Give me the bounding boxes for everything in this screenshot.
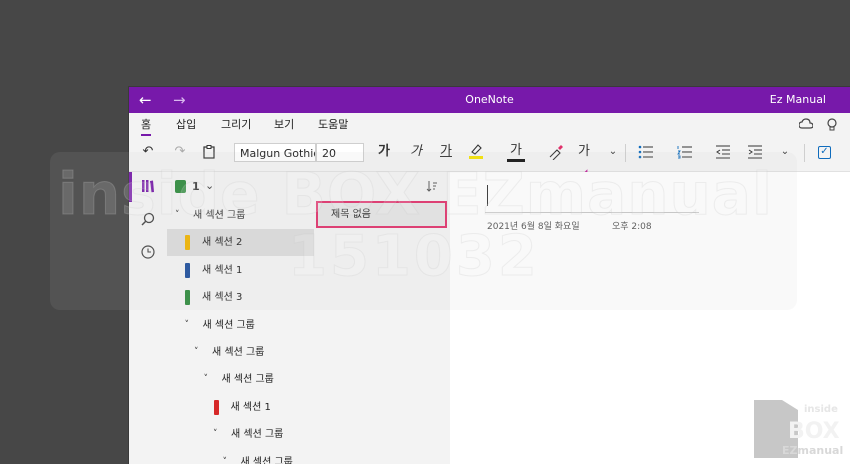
tab-home[interactable]: 홈 xyxy=(141,118,152,136)
tab-draw[interactable]: 그리기 xyxy=(221,118,251,131)
logo-line1: inside xyxy=(804,404,838,415)
title-bar: ← → OneNote Ez Manual xyxy=(129,87,850,113)
app-title: OneNote xyxy=(465,93,514,106)
section-item[interactable]: 새 섹션 1 xyxy=(167,394,314,421)
section-color-tab xyxy=(185,235,190,251)
redo-icon[interactable]: ↷ xyxy=(171,142,189,162)
section-group-item[interactable]: ˅ 새 섹션 그룹 xyxy=(167,421,314,448)
section-group-label: 새 섹션 그룹 xyxy=(202,319,255,331)
tab-view[interactable]: 보기 xyxy=(274,118,294,131)
chevron-down-icon[interactable]: ˅ xyxy=(213,421,218,448)
notebooks-icon[interactable] xyxy=(129,179,167,197)
section-color-tab xyxy=(213,399,219,415)
section-label: 새 섹션 2 xyxy=(202,237,243,249)
ribbon: 홈 삽입 그리기 보기 도움말 ↶ ↷ Malgun Gothic 20 가 가… xyxy=(129,113,850,178)
section-group-label: 새 섹션 그룹 xyxy=(212,347,265,358)
notebook-icon xyxy=(175,180,186,193)
section-group-item[interactable]: ˅ 새 섹션 그룹 xyxy=(167,312,314,339)
insidebox-logo: inside BOX EZmanual xyxy=(752,398,846,460)
page-list-pane: 제목 없음 xyxy=(314,172,451,464)
section-color-tab xyxy=(185,262,190,278)
todo-checkbox-icon[interactable]: ✓ xyxy=(818,146,831,159)
chevron-down-icon[interactable]: ˅ xyxy=(204,366,209,393)
section-group-item[interactable]: ˅ 새 섹션 그룹 xyxy=(167,202,314,229)
section-label: 새 섹션 3 xyxy=(202,292,243,304)
bullets-icon[interactable] xyxy=(637,142,655,162)
indent-icon[interactable] xyxy=(746,142,764,162)
numbering-icon[interactable] xyxy=(676,142,694,162)
toolbar-divider xyxy=(804,144,805,162)
page-title-underline xyxy=(485,212,699,213)
chevron-down-icon[interactable]: ˅ xyxy=(194,339,199,366)
sort-icon[interactable] xyxy=(426,180,438,195)
format-painter-icon[interactable] xyxy=(547,142,565,162)
section-color-tab xyxy=(185,290,190,306)
sync-cloud-icon[interactable] xyxy=(798,118,814,133)
font-name-field[interactable]: Malgun Gothic xyxy=(234,143,316,162)
chevron-down-icon: ⌄ xyxy=(205,179,215,192)
user-name[interactable]: Ez Manual xyxy=(770,93,826,107)
notebook-name: 1 xyxy=(192,180,200,193)
section-label: 새 섹션 1 xyxy=(202,264,243,276)
page-date: 2021년 6월 8일 화요일 xyxy=(487,222,580,232)
clear-formatting-label: 가 xyxy=(578,144,590,159)
section-group-label: 새 섹션 그룹 xyxy=(240,456,293,464)
chevron-down-icon[interactable]: ˅ xyxy=(223,449,228,464)
page-item-untitled[interactable]: 제목 없음 xyxy=(316,201,447,228)
chevron-down-icon[interactable]: ⌄ xyxy=(779,142,791,162)
clear-formatting-button[interactable]: 가◢ xyxy=(575,142,593,178)
onenote-window: ← → OneNote Ez Manual 홈 삽입 그리기 보기 도움말 ↶ … xyxy=(129,87,850,464)
chevron-down-icon[interactable]: ˅ xyxy=(175,202,180,229)
font-size-field[interactable]: 20 xyxy=(316,143,364,162)
notebook-selector[interactable]: 1 ⌄ xyxy=(167,172,314,202)
bold-button[interactable]: 가 xyxy=(375,142,393,162)
left-rail xyxy=(129,172,168,464)
section-item[interactable]: 새 섹션 1 xyxy=(167,257,314,284)
section-item[interactable]: 새 섹션 3 xyxy=(167,284,314,311)
page-time: 오후 2:08 xyxy=(612,222,652,232)
italic-button[interactable]: 가 xyxy=(407,142,425,162)
underline-button[interactable]: 가 xyxy=(437,142,455,162)
logo-line2: BOX xyxy=(788,419,840,444)
outdent-icon[interactable] xyxy=(714,142,732,162)
section-group-label: 새 섹션 그룹 xyxy=(231,429,284,441)
lightbulb-icon[interactable] xyxy=(827,118,837,134)
chevron-down-icon[interactable]: ˅ xyxy=(185,312,190,339)
section-group-label: 새 섹션 그룹 xyxy=(221,374,274,386)
toolbar-divider xyxy=(625,144,626,162)
logo-line3: EZmanual xyxy=(782,444,843,457)
recent-clock-icon[interactable] xyxy=(129,245,167,263)
text-caret xyxy=(487,185,488,206)
section-item[interactable]: 새 섹션 2 xyxy=(167,229,314,257)
highlighter-icon[interactable] xyxy=(467,142,485,162)
tab-help[interactable]: 도움말 xyxy=(318,118,348,131)
section-group-label: 새 섹션 그룹 xyxy=(193,210,246,221)
tab-insert[interactable]: 삽입 xyxy=(176,118,196,131)
section-label: 새 섹션 1 xyxy=(230,401,271,413)
section-group-item[interactable]: ˅ 새 섹션 그룹 xyxy=(167,366,314,393)
clipboard-icon[interactable] xyxy=(200,142,218,162)
home-toolbar: ↶ ↷ Malgun Gothic 20 가 가 가 가 가◢ ⌄ xyxy=(129,138,850,178)
notebook-navigation-pane: 1 ⌄ ˅ 새 섹션 그룹 새 섹션 2새 섹션 1새 섹션 3 ˅ 새 섹션 그룹 ˅ 새… xyxy=(167,172,314,464)
section-group-item[interactable]: ˅ 새 섹션 그룹 xyxy=(167,339,314,366)
section-group-item[interactable]: ˅ 새 섹션 그룹 xyxy=(167,449,314,464)
undo-icon[interactable]: ↶ xyxy=(139,142,157,162)
ribbon-tabs: 홈 삽입 그리기 보기 도움말 xyxy=(129,113,850,136)
chevron-down-icon[interactable]: ⌄ xyxy=(607,142,619,162)
font-color-button[interactable]: 가 xyxy=(507,142,525,162)
search-icon[interactable] xyxy=(129,212,167,230)
